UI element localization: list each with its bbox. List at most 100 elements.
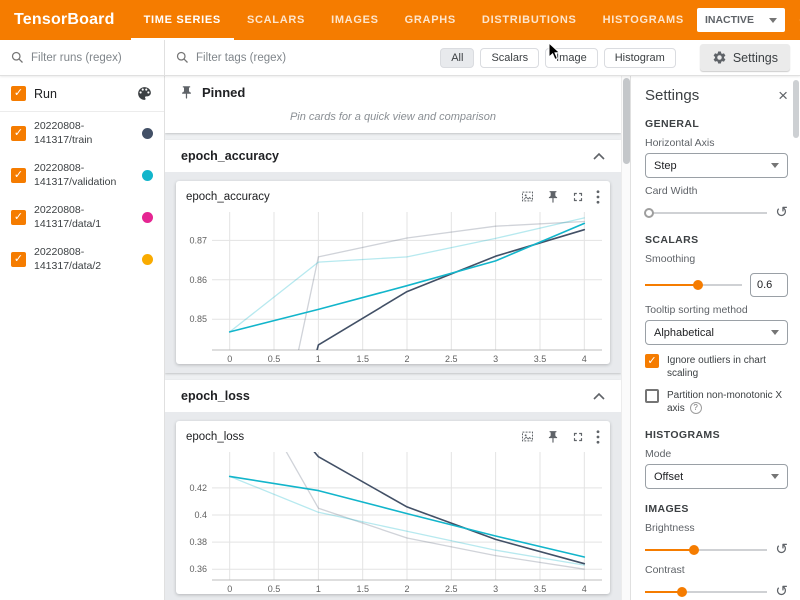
run-row-data-2[interactable]: ✓ 20220808-141317/data/2 (0, 238, 164, 280)
section-epoch-accuracy: epoch_accuracy epoch_accuracy (165, 140, 621, 373)
partition-x-axis-checkbox[interactable]: Partition non-monotonic X axis ? (645, 389, 788, 415)
chevron-up-icon[interactable] (593, 392, 605, 400)
contrast-label: Contrast (645, 564, 788, 576)
image-fit-icon[interactable] (520, 429, 535, 444)
smoothing-control: 0.6 (645, 273, 788, 297)
run-row-data-1[interactable]: ✓ 20220808-141317/data/1 (0, 196, 164, 238)
tab-histograms[interactable]: HISTOGRAMS (590, 0, 697, 40)
tensorboard-app: TensorBoard TIME SERIES SCALARS IMAGES G… (0, 0, 800, 600)
slider-thumb[interactable] (644, 208, 654, 218)
ignore-outliers-checkbox[interactable]: ✓ Ignore outliers in chart scaling (645, 354, 788, 380)
pinned-card: Pinned Pin cards for a quick view and co… (165, 76, 621, 133)
reset-icon[interactable]: ↺ (775, 584, 788, 599)
brightness-label: Brightness (645, 522, 788, 534)
svg-text:0.42: 0.42 (189, 483, 207, 493)
chip-histogram[interactable]: Histogram (604, 48, 676, 68)
scalars-heading: SCALARS (645, 234, 788, 246)
chart-card-header: epoch_loss (176, 421, 610, 444)
filter-tags-input[interactable] (196, 52, 306, 64)
epoch-accuracy-chart[interactable]: 00.511.522.533.540.850.860.87 (176, 204, 610, 364)
runs-column-title: Run (34, 87, 128, 101)
chart-title: epoch_loss (186, 431, 244, 443)
tab-scalars[interactable]: SCALARS (234, 0, 318, 40)
pin-card-icon[interactable] (546, 190, 560, 204)
more-options-icon[interactable] (596, 430, 600, 444)
tab-graphs[interactable]: GRAPHS (392, 0, 469, 40)
tab-distributions[interactable]: DISTRIBUTIONS (469, 0, 590, 40)
top-app-bar: TensorBoard TIME SERIES SCALARS IMAGES G… (0, 0, 800, 40)
runs-filter-box (0, 40, 165, 75)
section-header[interactable]: epoch_accuracy (165, 140, 621, 172)
tab-time-series[interactable]: TIME SERIES (131, 0, 234, 40)
chip-image[interactable]: Image (545, 48, 598, 68)
status-label: INACTIVE (705, 14, 754, 26)
brightness-slider[interactable] (645, 544, 767, 556)
smoothing-slider[interactable] (645, 279, 742, 291)
histogram-mode-label: Mode (645, 448, 788, 460)
select-all-runs-checkbox[interactable]: ✓ (11, 86, 26, 101)
help-icon[interactable]: ? (690, 402, 702, 414)
slider-thumb[interactable] (689, 545, 699, 555)
image-fit-icon[interactable] (520, 189, 535, 204)
general-heading: GENERAL (645, 118, 788, 130)
chevron-up-icon[interactable] (593, 152, 605, 160)
svg-text:2: 2 (404, 354, 409, 364)
svg-text:1: 1 (316, 584, 321, 594)
run-checkbox[interactable]: ✓ (11, 168, 26, 183)
slider-thumb[interactable] (693, 280, 703, 290)
chart-card-actions (520, 429, 600, 444)
chip-all[interactable]: All (440, 48, 474, 68)
svg-text:0.4: 0.4 (194, 510, 207, 520)
tab-images[interactable]: IMAGES (318, 0, 392, 40)
svg-text:0.5: 0.5 (268, 354, 281, 364)
svg-text:2.5: 2.5 (445, 354, 458, 364)
checkbox-icon: ✓ (645, 354, 659, 368)
smoothing-value-input[interactable]: 0.6 (750, 273, 788, 297)
card-width-control: ↺ (645, 205, 788, 220)
settings-button[interactable]: Settings (700, 44, 790, 71)
pin-icon (179, 85, 194, 100)
pinned-title: Pinned (202, 85, 245, 100)
section-title: epoch_accuracy (181, 149, 279, 163)
svg-text:3.5: 3.5 (534, 584, 547, 594)
reset-icon[interactable]: ↺ (775, 205, 788, 220)
run-row-validation[interactable]: ✓ 20220808-141317/validation (0, 154, 164, 196)
run-checkbox[interactable]: ✓ (11, 252, 26, 267)
tooltip-sorting-select[interactable]: Alphabetical (645, 320, 788, 345)
run-checkbox[interactable]: ✓ (11, 126, 26, 141)
filter-runs-input[interactable] (31, 52, 141, 64)
fullscreen-icon[interactable] (571, 430, 585, 444)
epoch-loss-chart[interactable]: 00.511.522.533.540.360.380.40.42 (176, 444, 610, 594)
run-color-dot (142, 254, 153, 265)
section-header[interactable]: epoch_loss (165, 380, 621, 412)
gear-icon (712, 50, 727, 65)
pin-card-icon[interactable] (546, 430, 560, 444)
palette-icon[interactable] (136, 85, 153, 102)
chip-scalars[interactable]: Scalars (480, 48, 539, 68)
images-heading: IMAGES (645, 503, 788, 515)
pinned-hint-text: Pin cards for a quick view and compariso… (165, 104, 621, 125)
dashboard-tabs: TIME SERIES SCALARS IMAGES GRAPHS DISTRI… (131, 0, 697, 40)
chevron-down-icon (771, 330, 779, 335)
reset-icon[interactable]: ↺ (775, 542, 788, 557)
fullscreen-icon[interactable] (571, 190, 585, 204)
contrast-control: ↺ (645, 584, 788, 599)
run-row-train[interactable]: ✓ 20220808-141317/train (0, 112, 164, 154)
more-options-icon[interactable] (596, 190, 600, 204)
contrast-slider[interactable] (645, 586, 767, 598)
histogram-mode-select[interactable]: Offset (645, 464, 788, 489)
tags-filter-box: All Scalars Image Histogram (165, 40, 686, 75)
slider-thumb[interactable] (677, 587, 687, 597)
horizontal-axis-select[interactable]: Step (645, 153, 788, 178)
settings-scrollbar-thumb[interactable] (793, 80, 799, 138)
run-color-dot (142, 128, 153, 139)
run-checkbox[interactable]: ✓ (11, 210, 26, 225)
close-icon[interactable]: × (778, 87, 788, 104)
scrollbar-thumb[interactable] (623, 78, 630, 164)
card-width-slider[interactable] (645, 207, 767, 219)
reload-status-select[interactable]: INACTIVE (697, 8, 785, 32)
runs-sidebar: ✓ Run ✓ 20220808-141317/train ✓ 20220808… (0, 76, 165, 600)
settings-panel: Settings × GENERAL Horizontal Axis Step … (630, 76, 800, 600)
scalar-chart-card: epoch_loss 00.511.522.533.540.360.380.40… (176, 421, 610, 594)
smoothing-label: Smoothing (645, 253, 788, 265)
